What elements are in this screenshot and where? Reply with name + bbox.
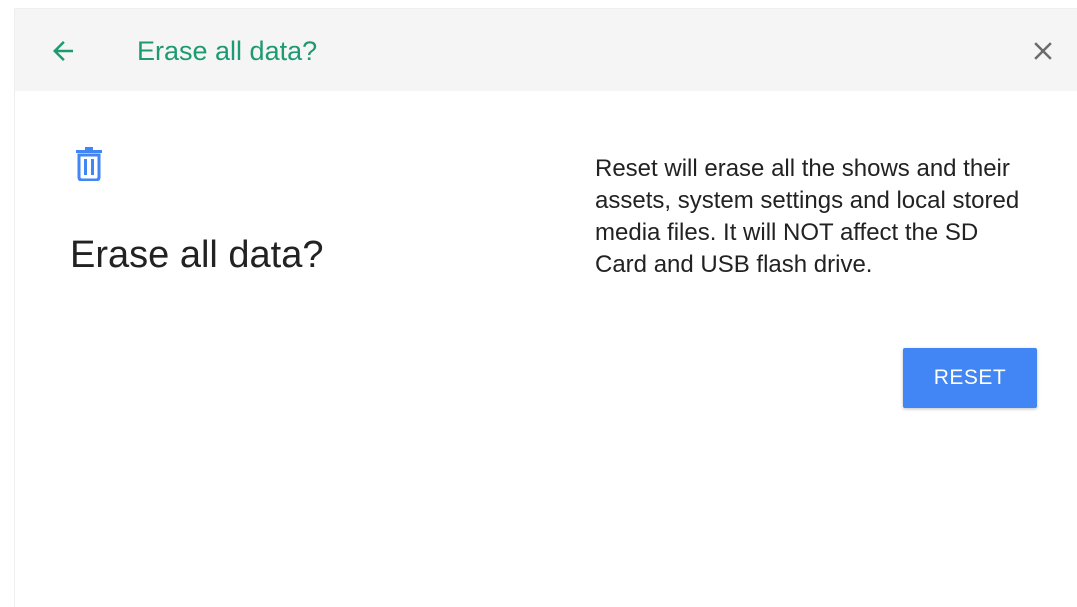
page-heading: Erase all data? xyxy=(70,234,324,276)
toolbar-title: Erase all data? xyxy=(137,36,318,66)
reset-button[interactable]: RESET xyxy=(903,348,1037,408)
reset-description: Reset will erase all the shows and their… xyxy=(595,155,1020,278)
close-button[interactable] xyxy=(1023,31,1063,71)
trash-icon xyxy=(76,147,102,181)
arrow-back-icon xyxy=(53,41,73,61)
dialog-window: Erase all data? Erase all data? Reset wi… xyxy=(14,8,1077,607)
close-icon xyxy=(1034,42,1052,60)
toolbar: Erase all data? xyxy=(15,9,1077,91)
back-button[interactable] xyxy=(43,31,83,71)
